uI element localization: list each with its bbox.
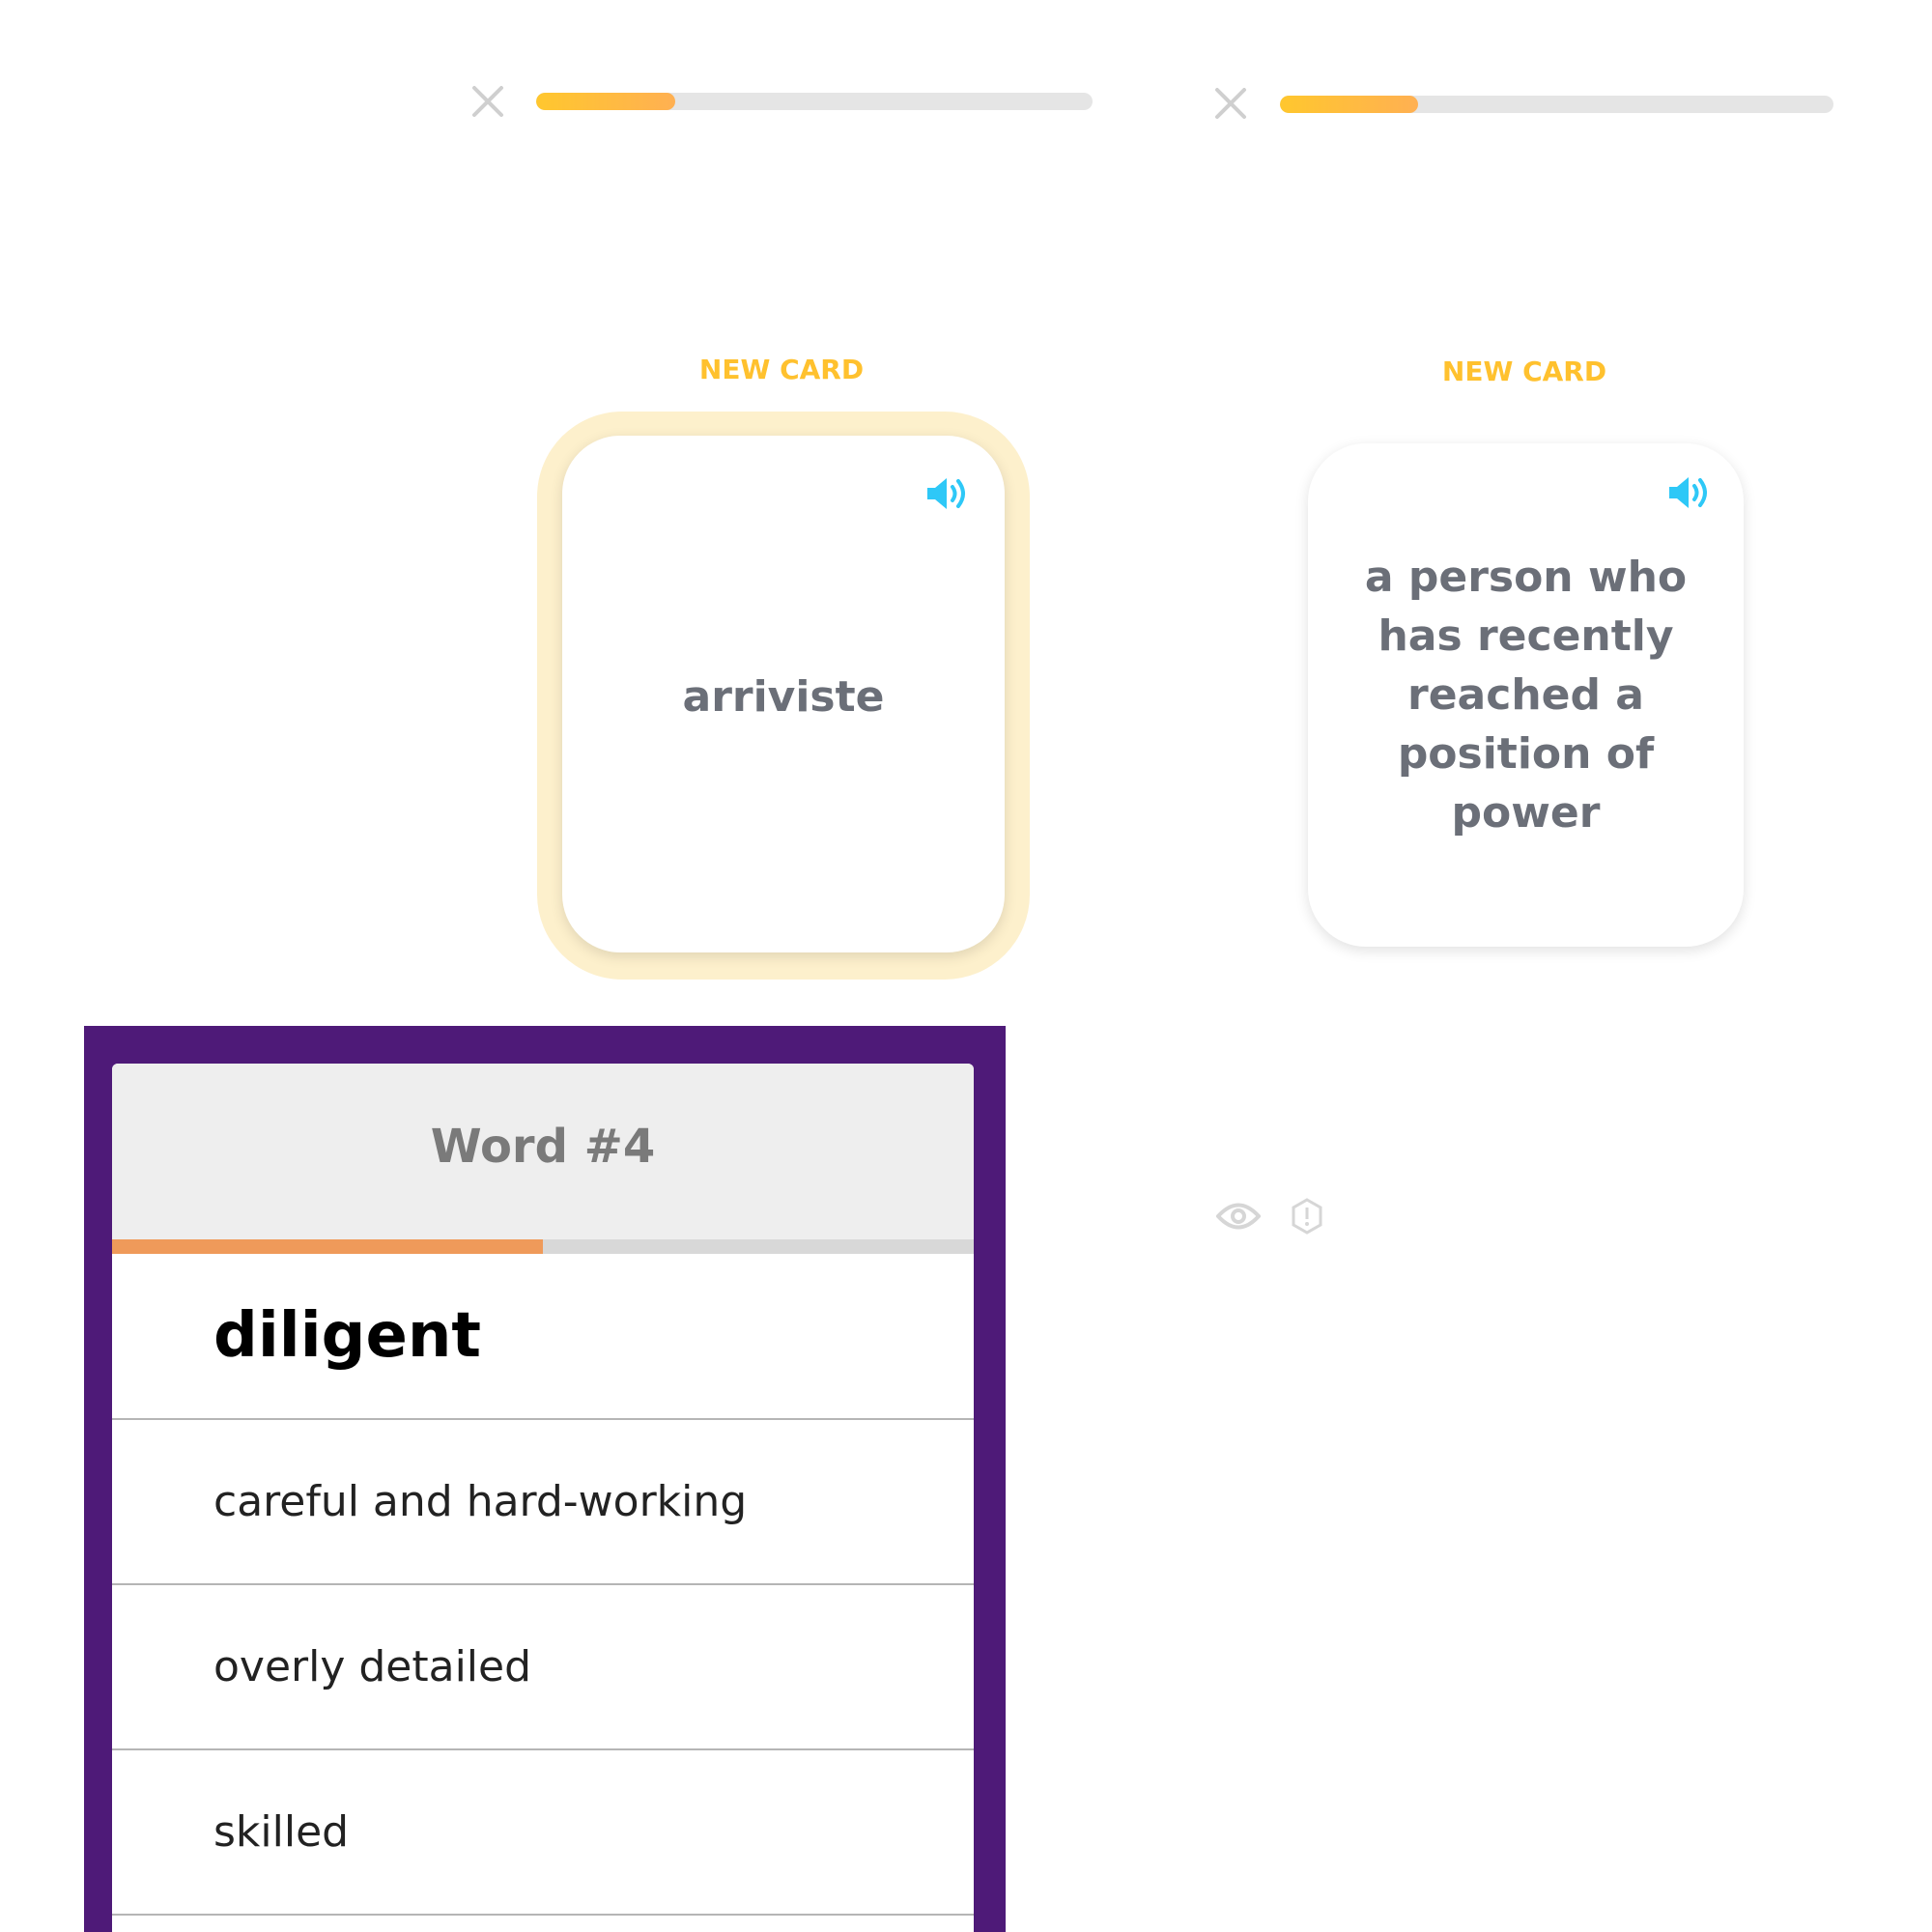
- eye-icon[interactable]: [1216, 1200, 1261, 1233]
- lesson-progress-bar: [1280, 96, 1833, 113]
- speaker-icon[interactable]: [1667, 475, 1712, 510]
- lesson-progress-fill: [1280, 96, 1419, 113]
- new-card-label: NEW CARD: [1441, 355, 1607, 387]
- close-icon[interactable]: [1214, 87, 1247, 120]
- quiz-panel: Word #4 diligent careful and hard-workin…: [112, 1064, 974, 1932]
- card-definition: a person who has recently reached a posi…: [1364, 553, 1688, 838]
- flashcard-back[interactable]: a person who has recently reached a posi…: [1308, 443, 1744, 947]
- new-card-label: NEW CARD: [698, 354, 865, 385]
- card-term: arriviste: [682, 672, 885, 722]
- lesson-progress-bar: [536, 93, 1093, 110]
- answer-option[interactable]: skilled: [112, 1750, 974, 1916]
- report-icon[interactable]: [1292, 1198, 1322, 1235]
- quiz-title: Word #4: [112, 1064, 974, 1239]
- close-icon[interactable]: [471, 85, 504, 118]
- answer-option[interactable]: careful and hard-working: [112, 1420, 974, 1585]
- flashcard-front[interactable]: arriviste: [562, 436, 1005, 952]
- answer-option[interactable]: overly detailed: [112, 1585, 974, 1750]
- speaker-icon[interactable]: [925, 476, 970, 511]
- lesson-progress-fill: [536, 93, 675, 110]
- quiz-progress-fill: [112, 1239, 543, 1254]
- quiz-word: diligent: [112, 1254, 974, 1420]
- quiz-progress-bar: [112, 1239, 974, 1254]
